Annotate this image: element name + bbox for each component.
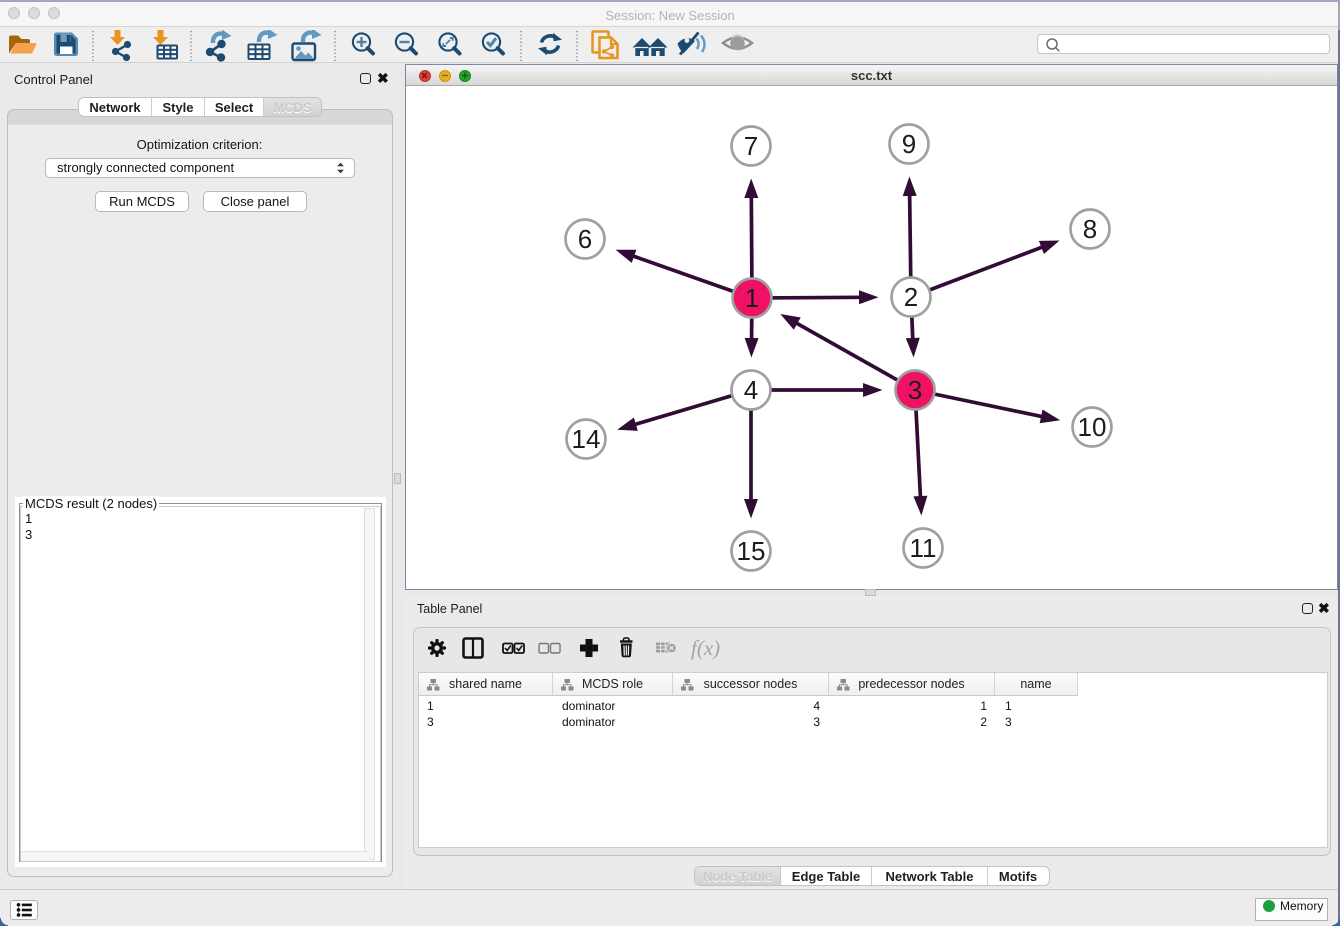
svg-text:4: 4 (744, 375, 758, 405)
svg-text:10: 10 (1078, 412, 1107, 442)
svg-text:14: 14 (572, 424, 601, 454)
svg-text:11: 11 (910, 533, 937, 563)
svg-text:2: 2 (904, 282, 918, 312)
svg-text:15: 15 (737, 536, 766, 566)
svg-text:f(x): f(x) (691, 636, 720, 660)
svg-text:3: 3 (908, 375, 922, 405)
svg-text:8: 8 (1083, 214, 1097, 244)
svg-text:9: 9 (902, 129, 916, 159)
svg-text:7: 7 (744, 131, 758, 161)
svg-text:6: 6 (578, 224, 592, 254)
svg-text:1: 1 (745, 283, 759, 313)
